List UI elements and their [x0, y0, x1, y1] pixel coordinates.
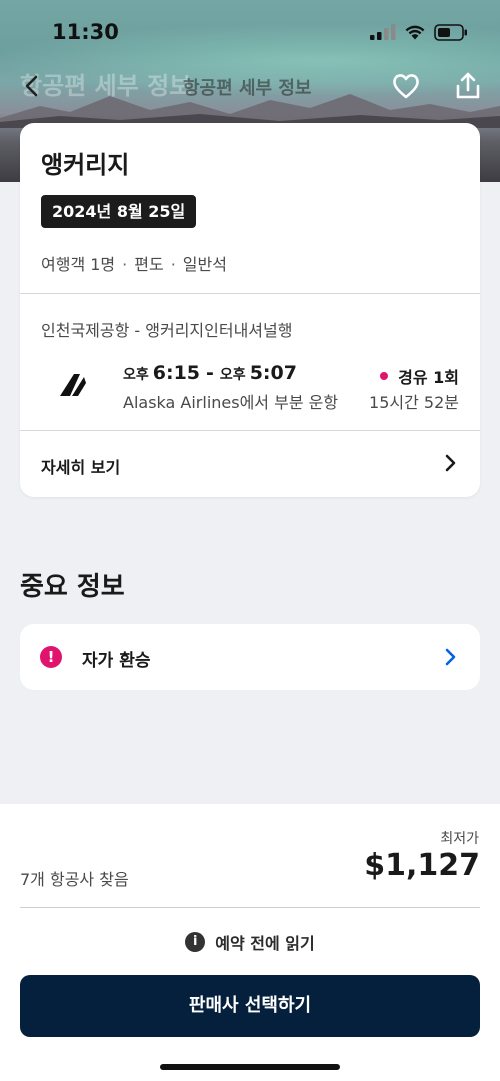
save-favorite-button[interactable] — [390, 70, 422, 102]
stops-label: 경유 1회 — [398, 368, 459, 387]
time-dash: - — [206, 362, 214, 384]
status-bar: 11:30 — [0, 0, 500, 60]
departure-ampm: 오후 — [123, 367, 149, 383]
select-provider-button[interactable]: 판매사 선택하기 — [20, 975, 480, 1037]
wifi-icon — [405, 25, 425, 40]
booking-bottom-sheet: 최저가 7개 항공사 찾음 $1,127 i 예약 전에 읽기 판매사 선택하기 — [0, 804, 500, 1081]
back-arrow-icon — [25, 75, 38, 97]
arrival-ampm: 오후 — [219, 367, 246, 383]
battery-icon — [434, 23, 467, 41]
lowest-price: $1,127 — [364, 848, 480, 883]
home-indicator — [160, 1064, 340, 1070]
destination-city: 앵커리지 — [41, 151, 130, 179]
page-title: 항공편 세부 정보 — [183, 78, 312, 99]
separator-dot: · — [122, 255, 128, 274]
info-icon: i — [185, 932, 206, 952]
carriers-found: 7개 항공사 찾음 — [20, 870, 129, 889]
heart-icon — [393, 74, 419, 99]
alaska-airlines-logo-icon — [60, 374, 86, 396]
status-icons — [370, 22, 468, 42]
bottom-divider — [20, 907, 480, 908]
flight-summary-card: 앵커리지 2024년 8월 25일 여행객 1명 · 편도 · 일반석 인천국제공항 -… — [20, 123, 480, 497]
status-time: 11:30 — [52, 20, 119, 44]
self-transfer-label: 자가 환승 — [82, 651, 151, 671]
operating-carrier: Alaska Airlines에서 부분 운항 — [123, 393, 339, 412]
share-icon — [456, 72, 480, 99]
chevron-right-icon — [445, 648, 456, 666]
stops-info: 경유 1회 — [380, 364, 459, 388]
view-details-button[interactable]: 자세히 보기 — [20, 431, 480, 497]
flight-details-screen: 11:30 항공편 세부 정보 항공편 세부 정보 앵커리지 2024년 8월 … — [0, 0, 500, 1081]
alert-icon: ! — [40, 646, 62, 668]
flight-duration: 15시간 52분 — [369, 393, 459, 412]
trip-type: 편도 — [134, 255, 164, 274]
important-info-heading: 중요 정보 — [20, 572, 125, 602]
route-text: 인천국제공항 - 앵커리지인터내셔널행 — [41, 321, 293, 340]
departure-time: 6:15 — [152, 362, 201, 384]
card-divider — [20, 293, 480, 294]
self-transfer-info-button[interactable]: ! 자가 환승 — [20, 624, 480, 690]
share-button[interactable] — [452, 70, 484, 102]
cabin-class: 일반석 — [182, 255, 227, 274]
read-before-booking-label: 예약 전에 읽기 — [215, 934, 315, 953]
flight-times: 오후 6:15- 오후 5:07 — [123, 362, 297, 384]
cellular-signal-icon — [370, 24, 396, 40]
arrival-time: 5:07 — [249, 362, 297, 384]
chevron-right-icon — [445, 454, 456, 472]
traveler-count: 여행객 1명 — [41, 255, 116, 274]
navigation-bar: 항공편 세부 정보 항공편 세부 정보 — [0, 62, 500, 108]
back-button[interactable] — [16, 70, 48, 102]
read-before-booking-link[interactable]: i 예약 전에 읽기 — [0, 930, 500, 954]
travel-date-badge: 2024년 8월 25일 — [41, 195, 197, 228]
view-details-label: 자세히 보기 — [41, 458, 121, 477]
separator-dot: · — [170, 255, 176, 274]
trip-meta: 여행객 1명 · 편도 · 일반석 — [41, 251, 227, 275]
lowest-price-label: 최저가 — [440, 831, 479, 847]
stop-indicator-dot — [380, 372, 389, 380]
